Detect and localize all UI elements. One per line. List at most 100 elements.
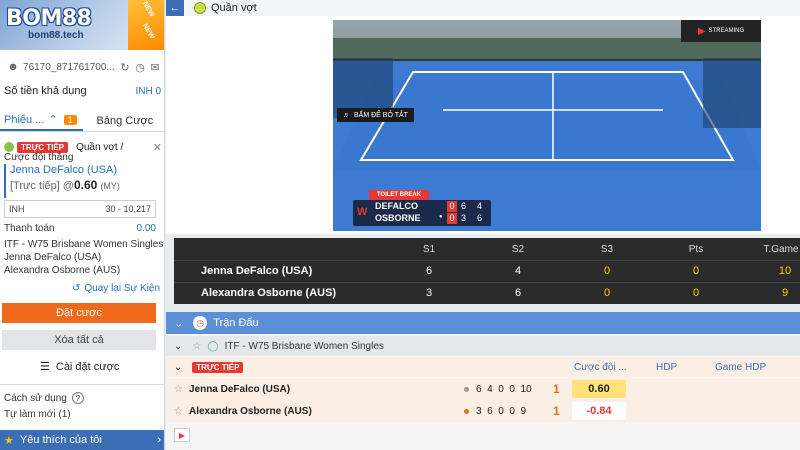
- betslip-count-badge: 1: [63, 114, 77, 125]
- column-header-row: ⌄ TRỰC TIẾP Cược đội ... HDP Game HDP: [166, 357, 800, 377]
- close-icon[interactable]: ✕: [153, 141, 162, 154]
- header-s1: S1: [422, 243, 436, 255]
- balance-label: Số tiền khả dụng: [4, 85, 87, 97]
- overlay-p1-name: DEFALCO: [375, 201, 419, 211]
- back-button[interactable]: ←: [166, 0, 184, 16]
- live-stream-video[interactable]: ♬ BẤM ĐỂ BỎ TẮT ▶ STREAMING TOILET BREAK…: [333, 20, 761, 231]
- live-tag: [Trực tiếp] @: [10, 180, 74, 192]
- col-game-hdp: Game HDP: [715, 361, 767, 373]
- p1-tgame: 10: [778, 265, 792, 277]
- arrow-left-icon: ←: [169, 2, 181, 14]
- team1-odds-button[interactable]: 0.60: [572, 380, 626, 398]
- favorites-bar[interactable]: ★ Yêu thích của tôi ›: [0, 430, 164, 450]
- tennis-ball-icon: [194, 2, 206, 14]
- selection-odds: 0.60: [73, 178, 98, 192]
- selection-name: Jenna DeFalco (USA): [10, 164, 117, 176]
- check-icon: [4, 142, 14, 152]
- scoreboard-header: S1 S2 S3 Pts T.Game: [174, 238, 800, 260]
- play-video-button[interactable]: ▶: [174, 428, 190, 442]
- scoreboard-row: Jenna DeFalco (USA) 6 4 0 0 10: [174, 260, 800, 282]
- serve-dot-icon: ●: [439, 214, 443, 220]
- mute-banner[interactable]: ♬ BẤM ĐỂ BỎ TẮT: [337, 108, 414, 122]
- scoreboard-table: S1 S2 S3 Pts T.Game Jenna DeFalco (USA) …: [174, 238, 800, 304]
- stake-currency: INH: [9, 204, 25, 214]
- chevron-down-icon: ⌄: [174, 361, 183, 373]
- bet-market: Cược đội thắng: [4, 152, 74, 163]
- live-badge: TRỰC TIẾP: [17, 141, 69, 153]
- payout-row: Thanh toán 0.00: [4, 223, 156, 234]
- chevron-down-icon: ⌄: [174, 317, 184, 330]
- league-row[interactable]: ⌄ ☆ ◯ ITF - W75 Brisbane Women Singles: [166, 336, 800, 356]
- team1-last: 1: [553, 382, 560, 396]
- speaker-icon: ♬: [343, 111, 350, 119]
- league-name: ITF - W75 Brisbane Women Singles: [224, 340, 384, 352]
- overlay-p2-name: OSBORNE: [375, 213, 421, 223]
- overlay-scoreboard: W DEFALCO OSBORNE ● 0 0 6 3 4 6: [353, 200, 491, 226]
- clear-all-button[interactable]: Xóa tất cả: [2, 330, 156, 350]
- p2-pts: 0: [692, 287, 700, 299]
- p1-s2: 4: [514, 265, 522, 277]
- how-to-use[interactable]: Cách sử dụng ?: [4, 392, 84, 404]
- sliders-icon: ☰: [40, 361, 50, 373]
- player2-name: Alexandra Osborne (AUS): [201, 287, 337, 299]
- betslip-sidebar: BOM88 bom88.tech NEW NEW ☻ 76170_8717617…: [0, 0, 165, 450]
- star-icon[interactable]: ☆: [174, 406, 183, 417]
- payout-label: Thanh toán: [4, 223, 55, 234]
- header-pts: Pts: [688, 243, 704, 255]
- user-icon: ☻: [7, 61, 19, 73]
- star-icon[interactable]: ☆: [192, 341, 201, 352]
- tab-bet-list[interactable]: Bảng Cược: [83, 110, 165, 131]
- p2-s1: 3: [425, 287, 433, 299]
- match-row: ☆ Alexandra Osborne (AUS) 3 6 0 0 9 1 -0…: [166, 400, 800, 422]
- streaming-icon: ▶: [697, 25, 706, 37]
- mute-banner-text: BẤM ĐỂ BỎ TẮT: [354, 111, 408, 119]
- account-row: ☻ 76170_871761700... ↻ ◷ ✉: [0, 56, 164, 78]
- bet-team2: Alexandra Osborne (AUS): [4, 265, 121, 276]
- team1-name: Jenna DeFalco (USA): [188, 383, 291, 395]
- tab-betslip[interactable]: Phiếu ... ⌃ 1: [0, 110, 83, 131]
- overlay-p2-s2: 6: [477, 213, 483, 223]
- account-id: 76170_871761700...: [23, 61, 115, 73]
- col-hdp: HDP: [656, 361, 678, 373]
- bet-league: ITF - W75 Brisbane Women Singles: [4, 239, 164, 250]
- mail-icon[interactable]: ✉: [149, 61, 161, 74]
- clock-icon: ◷: [193, 316, 208, 330]
- team2-odds-button[interactable]: -0.84: [572, 402, 626, 420]
- stake-input[interactable]: INH 30 - 10,217: [4, 200, 156, 218]
- overlay-p1-s2: 4: [477, 201, 483, 211]
- back-to-event-link[interactable]: ↺ Quay lại Sự Kiện: [72, 283, 160, 294]
- payout-value: 0.00: [136, 223, 156, 234]
- brand-domain: bom88.tech: [28, 30, 84, 41]
- chevron-down-icon: ⌄: [174, 340, 183, 352]
- match-panel-header[interactable]: ⌄ ◷ Trận Đấu: [166, 312, 800, 334]
- tab-bet-list-label: Bảng Cược: [96, 114, 154, 127]
- refresh-icon[interactable]: ↻: [119, 61, 131, 74]
- tab-betslip-label: Phiếu ...: [4, 113, 45, 126]
- tennis-icon: ◯: [207, 340, 219, 352]
- brand-logo[interactable]: BOM88 bom88.tech NEW NEW: [0, 0, 164, 50]
- live-badge: TRỰC TIẾP: [192, 361, 244, 373]
- ribbon-text: NEW: [141, 0, 156, 19]
- overlay-p2-s1: 3: [461, 213, 467, 223]
- star-icon[interactable]: ☆: [174, 384, 183, 395]
- favorites-label: Yêu thích của tôi: [19, 434, 102, 446]
- overlay-status: TOILET BREAK: [369, 190, 429, 200]
- place-bet-button[interactable]: Đặt cược: [2, 303, 156, 323]
- match-panel-title: Trận Đấu: [213, 317, 259, 329]
- streaming-logo: ▶ STREAMING: [681, 20, 761, 42]
- bet-sport: Quần vợt /: [76, 141, 124, 153]
- betslip-tabs: Phiếu ... ⌃ 1 Bảng Cược: [0, 110, 165, 132]
- p2-tgame: 9: [781, 287, 789, 299]
- scoreboard-row: Alexandra Osborne (AUS) 3 6 0 0 9: [174, 282, 800, 304]
- selection-box: Jenna DeFalco (USA) [Trực tiếp] @0.60 (M…: [4, 164, 156, 198]
- team2-name: Alexandra Osborne (AUS): [188, 405, 312, 417]
- auto-refresh[interactable]: Tự làm mới (1): [4, 409, 71, 420]
- p2-s3: 0: [603, 287, 611, 299]
- page-title: Quần vợt: [211, 2, 257, 14]
- p1-s3: 0: [603, 265, 611, 277]
- team2-last: 1: [553, 404, 560, 418]
- history-icon[interactable]: ◷: [134, 61, 146, 74]
- serve-indicator: [464, 409, 469, 414]
- match-row: ☆ Jenna DeFalco (USA) 6 4 0 0 10 1 0.60: [166, 378, 800, 400]
- bet-settings-button[interactable]: ☰ Cài đặt cược: [40, 360, 119, 374]
